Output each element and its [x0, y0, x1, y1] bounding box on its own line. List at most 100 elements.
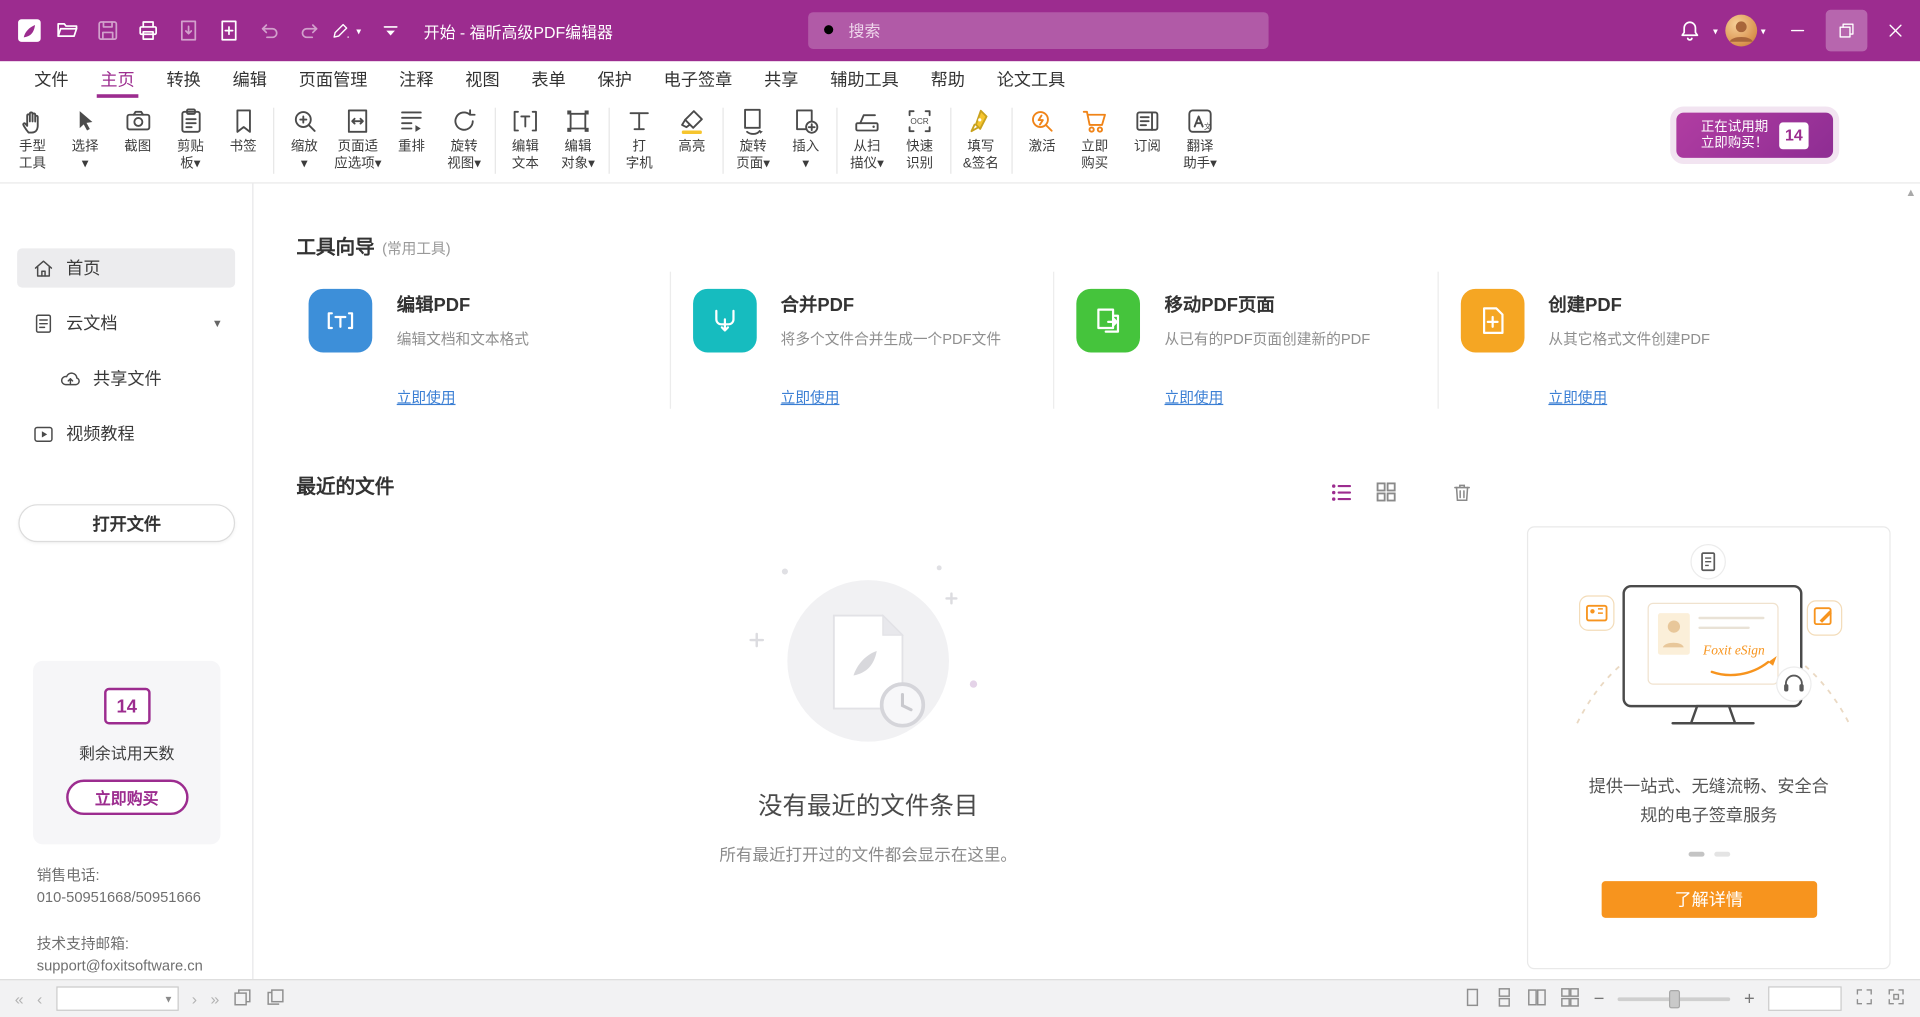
- menu-home[interactable]: 主页: [84, 61, 150, 98]
- prev-view-button[interactable]: [233, 987, 253, 1010]
- subscribe-button[interactable]: 订阅: [1121, 104, 1174, 157]
- snapshot-button[interactable]: 截图: [111, 104, 164, 157]
- scrollbar-up-arrow[interactable]: ▲: [1905, 186, 1916, 198]
- trial-period-badge[interactable]: 正在试用期 立即购买！ 14: [1676, 113, 1833, 158]
- bell-dropdown-icon[interactable]: ▾: [1713, 25, 1718, 36]
- zoom-out-button[interactable]: −: [1594, 988, 1605, 1009]
- sidebar-item-home[interactable]: 首页: [17, 248, 235, 287]
- menu-protect[interactable]: 保护: [582, 61, 648, 98]
- edit-text-button[interactable]: 编辑 文本: [499, 104, 552, 174]
- hand-tool-button[interactable]: 手型 工具: [6, 104, 59, 174]
- use-now-link[interactable]: 立即使用: [781, 387, 840, 408]
- sidebar-item-shared-files[interactable]: 共享文件: [17, 359, 235, 398]
- menu-file[interactable]: 文件: [18, 61, 84, 98]
- zoom-button[interactable]: 缩放 ▾: [278, 104, 331, 174]
- search-bar[interactable]: [808, 12, 1268, 49]
- open-file-button[interactable]: 打开文件: [18, 504, 235, 542]
- redo-icon[interactable]: [290, 12, 328, 50]
- tool-card-merge-pdf[interactable]: 合并PDF 将多个文件合并生成一个PDF文件 立即使用: [669, 272, 1053, 409]
- carousel-dot-active[interactable]: [1688, 852, 1704, 857]
- buy-now-button[interactable]: 立即 购买: [1068, 104, 1121, 174]
- rotate-page-icon: [738, 105, 767, 137]
- translate-assistant-button[interactable]: 文翻译 助手▾: [1174, 104, 1227, 174]
- clipboard-button[interactable]: 剪贴 板▾: [164, 104, 217, 174]
- tool-card-edit-pdf[interactable]: 编辑PDF 编辑文档和文本格式 立即使用: [296, 272, 669, 409]
- last-page-button[interactable]: »: [211, 989, 220, 1007]
- zoom-percent-input[interactable]: [1769, 988, 1840, 1010]
- clear-recent-trash-button[interactable]: [1450, 480, 1474, 504]
- single-page-view-button[interactable]: [1464, 987, 1482, 1010]
- customize-toolbar-icon[interactable]: [371, 12, 409, 50]
- notifications-bell-icon[interactable]: [1671, 12, 1709, 50]
- open-file-icon[interactable]: [48, 12, 86, 50]
- facing-continuous-view-button[interactable]: [1561, 987, 1581, 1010]
- sidebar-item-video-tutorials[interactable]: 视频教程: [17, 414, 235, 453]
- menu-accessibility[interactable]: 辅助工具: [814, 61, 914, 98]
- menu-help[interactable]: 帮助: [915, 61, 981, 98]
- zoom-slider-thumb[interactable]: [1669, 989, 1680, 1007]
- reflow-button[interactable]: 重排: [385, 104, 438, 157]
- menu-esign[interactable]: 电子签章: [648, 61, 748, 98]
- ribbon-separator: [1011, 108, 1012, 174]
- export-doc-icon[interactable]: [169, 12, 207, 50]
- menu-edit[interactable]: 编辑: [217, 61, 283, 98]
- menu-convert[interactable]: 转换: [151, 61, 217, 98]
- buy-now-pill-button[interactable]: 立即购买: [66, 780, 188, 815]
- menu-view[interactable]: 视图: [449, 61, 515, 98]
- insert-button[interactable]: 插入 ▾: [779, 104, 832, 174]
- carousel-dot[interactable]: [1714, 852, 1730, 857]
- menu-page-manage[interactable]: 页面管理: [283, 61, 383, 98]
- rotate-pages-button[interactable]: 旋转 页面▾: [727, 104, 780, 174]
- from-scanner-button[interactable]: 从扫 描仪▾: [841, 104, 894, 174]
- use-now-link[interactable]: 立即使用: [1164, 387, 1223, 408]
- account-dropdown-icon[interactable]: ▾: [1761, 25, 1766, 36]
- next-view-button[interactable]: [266, 987, 286, 1010]
- rotate-view-button[interactable]: 旋转 视图▾: [438, 104, 491, 174]
- sign-pen-dropdown-icon[interactable]: ▾: [356, 25, 361, 36]
- tool-card-move-pdf-pages[interactable]: 移动PDF页面 从已有的PDF页面创建新的PDF 立即使用: [1053, 272, 1437, 409]
- edit-object-button[interactable]: 编辑 对象▾: [552, 104, 605, 174]
- sign-pen-icon[interactable]: ▾: [331, 12, 369, 50]
- continuous-view-button[interactable]: [1496, 987, 1514, 1010]
- use-now-link[interactable]: 立即使用: [397, 387, 456, 408]
- print-icon[interactable]: [129, 12, 167, 50]
- menu-comment[interactable]: 注释: [383, 61, 449, 98]
- tool-card-create-pdf[interactable]: 创建PDF 从其它格式文件创建PDF 立即使用: [1437, 272, 1821, 409]
- new-doc-icon[interactable]: [209, 12, 247, 50]
- fill-sign-button[interactable]: 填写 &签名: [955, 104, 1008, 174]
- list-view-button[interactable]: [1329, 480, 1353, 504]
- facing-view-button[interactable]: [1528, 987, 1548, 1010]
- close-button[interactable]: [1871, 0, 1920, 61]
- fit-page-button[interactable]: 页面适 应选项▾: [331, 104, 386, 174]
- learn-more-button[interactable]: 了解详情: [1601, 881, 1817, 918]
- zoom-in-button[interactable]: +: [1744, 988, 1755, 1009]
- select-button[interactable]: 选择 ▾: [59, 104, 112, 174]
- app-logo[interactable]: [10, 12, 48, 50]
- save-icon[interactable]: [88, 12, 126, 50]
- sidebar-item-cloud-docs[interactable]: 云文档 ▼: [17, 304, 235, 343]
- typewriter-button[interactable]: 打 字机: [613, 104, 666, 174]
- menu-paper-tools[interactable]: 论文工具: [981, 61, 1081, 98]
- minimize-button[interactable]: [1773, 0, 1822, 61]
- menu-share[interactable]: 共享: [748, 61, 814, 98]
- undo-icon[interactable]: [250, 12, 288, 50]
- activate-button[interactable]: 激活: [1016, 104, 1069, 157]
- chevron-down-icon[interactable]: ▼: [212, 317, 223, 329]
- use-now-link[interactable]: 立即使用: [1548, 387, 1607, 408]
- tool-cards-row: 编辑PDF 编辑文档和文本格式 立即使用 合并PDF 将多个文件合并生成一个PD…: [296, 272, 1821, 409]
- fullscreen-button[interactable]: [1887, 988, 1905, 1010]
- tools-guide-subtitle: (常用工具): [382, 237, 451, 258]
- restore-button[interactable]: [1826, 10, 1868, 52]
- first-page-button[interactable]: «: [15, 989, 24, 1007]
- fit-screen-button[interactable]: [1855, 988, 1873, 1010]
- bookmark-button[interactable]: 书签: [217, 104, 270, 157]
- zoom-percent-box[interactable]: [1768, 986, 1841, 1010]
- search-input[interactable]: [849, 21, 1257, 39]
- quick-ocr-button[interactable]: OCR快速 识别: [893, 104, 946, 174]
- trial-days-remaining: 14: [103, 688, 150, 725]
- user-avatar[interactable]: [1725, 15, 1757, 47]
- grid-view-button[interactable]: [1374, 480, 1398, 504]
- zoom-slider[interactable]: [1618, 997, 1731, 1001]
- menu-form[interactable]: 表单: [516, 61, 582, 98]
- highlight-button[interactable]: 高亮: [666, 104, 719, 157]
